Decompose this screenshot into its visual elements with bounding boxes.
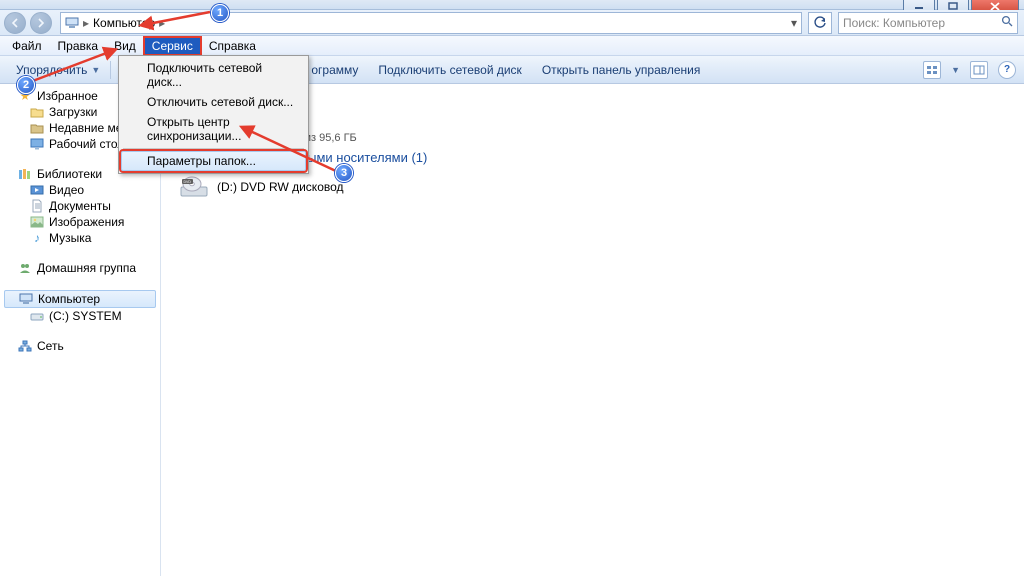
address-bar[interactable]: ▸ Компьютер ▸ ▾ — [60, 12, 802, 34]
tools-dropdown: Подключить сетевой диск... Отключить сет… — [118, 55, 309, 174]
chevron-down-icon[interactable]: ▼ — [951, 65, 960, 75]
pictures-icon — [30, 215, 44, 229]
dd-sync-center[interactable]: Открыть центр синхронизации... — [121, 112, 306, 146]
cmd-program-partial[interactable]: ограмму — [311, 63, 368, 77]
sidebar-item-label: Рабочий стол — [49, 137, 124, 151]
view-options-button[interactable] — [923, 61, 941, 79]
video-icon — [30, 183, 44, 197]
annotation-badge-3: 3 — [335, 164, 353, 182]
address-dropdown-icon[interactable]: ▾ — [791, 16, 797, 30]
title-bar — [0, 0, 1024, 10]
sidebar-item-label: Видео — [49, 183, 84, 197]
sidebar-network[interactable]: Сеть — [0, 338, 160, 354]
music-icon: ♪ — [30, 231, 44, 245]
sidebar-item-label: Музыка — [49, 231, 91, 245]
network-icon — [18, 339, 32, 353]
nav-bar: ▸ Компьютер ▸ ▾ Поиск: Компьютер — [0, 10, 1024, 36]
sidebar-item-label: Домашняя группа — [37, 261, 136, 275]
cmd-map-network[interactable]: Подключить сетевой диск — [368, 63, 531, 77]
recent-icon — [30, 121, 44, 135]
cmd-organize[interactable]: Упорядочить ▼ — [6, 63, 110, 77]
dd-map-drive[interactable]: Подключить сетевой диск... — [121, 58, 306, 92]
sidebar-item-label: Документы — [49, 199, 111, 213]
menu-edit[interactable]: Правка — [50, 37, 107, 55]
dd-separator — [123, 148, 304, 149]
annotation-badge-1: 1 — [211, 4, 229, 22]
svg-text:DVD: DVD — [184, 180, 192, 184]
libraries-icon — [18, 167, 32, 181]
sidebar-homegroup[interactable]: Домашняя группа — [0, 260, 160, 276]
search-icon — [1001, 15, 1013, 30]
search-input[interactable]: Поиск: Компьютер — [838, 12, 1018, 34]
annotation-badge-2: 2 — [17, 76, 35, 94]
search-placeholder: Поиск: Компьютер — [843, 16, 945, 30]
sidebar-item-label: Библиотеки — [37, 167, 102, 181]
sidebar-pictures[interactable]: Изображения — [0, 214, 160, 230]
help-button[interactable]: ? — [998, 61, 1016, 79]
dd-unmap-drive[interactable]: Отключить сетевой диск... — [121, 92, 306, 112]
sidebar-item-label: (C:) SYSTEM — [49, 309, 122, 323]
menu-help[interactable]: Справка — [201, 37, 264, 55]
computer-icon — [19, 292, 33, 306]
breadcrumb-sep-icon: ▸ — [79, 16, 93, 30]
menu-tools[interactable]: Сервис — [144, 37, 201, 55]
sidebar-item-label: Сеть — [37, 339, 64, 353]
sidebar-item-label: Компьютер — [38, 292, 100, 306]
sidebar-c-drive[interactable]: (C:) SYSTEM — [0, 308, 160, 324]
drive-label: (D:) DVD RW дисковод — [217, 180, 344, 194]
menu-bar: Файл Правка Вид Сервис Справка — [0, 36, 1024, 56]
back-button[interactable] — [4, 12, 26, 34]
homegroup-icon — [18, 261, 32, 275]
sidebar-item-label: Изображения — [49, 215, 124, 229]
sidebar-item-label: Загрузки — [49, 105, 97, 119]
document-icon — [30, 199, 44, 213]
sidebar-videos[interactable]: Видео — [0, 182, 160, 198]
sidebar-item-label: Избранное — [37, 89, 98, 103]
folder-icon — [30, 105, 44, 119]
dvd-drive-icon: DVD — [179, 175, 209, 199]
menu-view[interactable]: Вид — [106, 37, 144, 55]
cmd-organize-label: Упорядочить — [16, 63, 87, 77]
sidebar-music[interactable]: ♪ Музыка — [0, 230, 160, 246]
sidebar-documents[interactable]: Документы — [0, 198, 160, 214]
breadcrumb-sep-icon: ▸ — [155, 16, 169, 30]
cmd-separator — [110, 61, 111, 79]
menu-file[interactable]: Файл — [4, 37, 50, 55]
dd-folder-options[interactable]: Параметры папок... — [121, 151, 306, 171]
cmd-control-panel[interactable]: Открыть панель управления — [532, 63, 711, 77]
sidebar-computer[interactable]: Компьютер — [4, 290, 156, 308]
refresh-button[interactable] — [808, 12, 832, 34]
chevron-down-icon: ▼ — [91, 65, 100, 75]
forward-button[interactable] — [30, 12, 52, 34]
drive-icon — [30, 309, 44, 323]
desktop-icon — [30, 137, 44, 151]
computer-icon — [65, 16, 79, 30]
breadcrumb-root[interactable]: Компьютер — [93, 16, 155, 30]
preview-pane-button[interactable] — [970, 61, 988, 79]
